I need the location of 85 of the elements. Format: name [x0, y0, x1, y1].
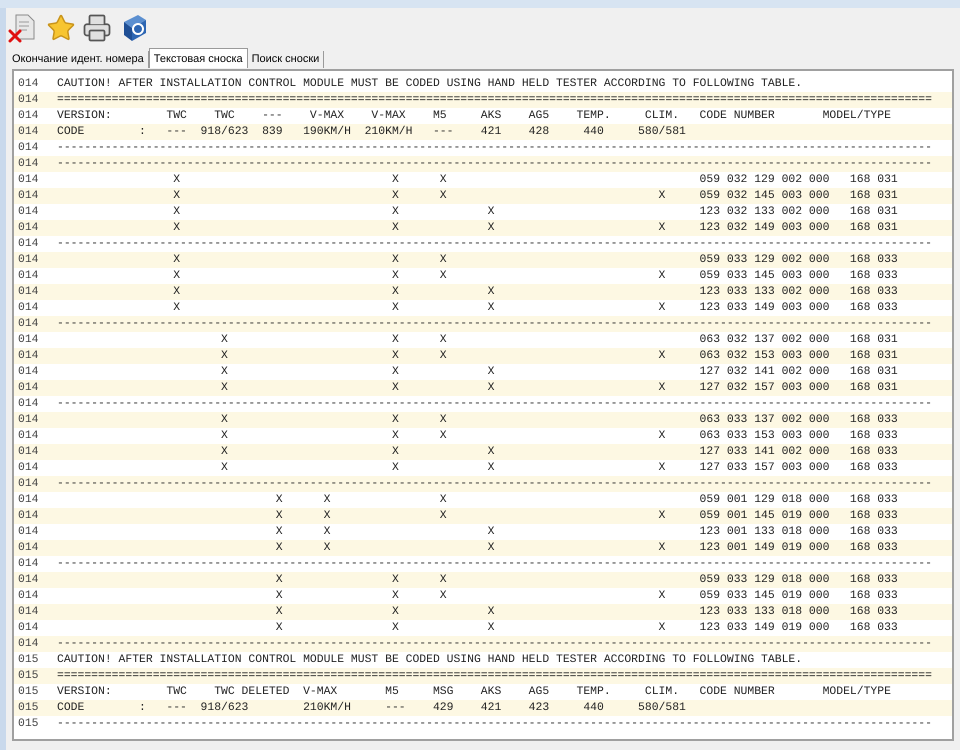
line-number: 015	[17, 653, 40, 668]
line-text: X X X 059 032 129 002 000 168 031	[172, 173, 898, 188]
line-number: 014	[17, 493, 40, 508]
line-number: 014	[17, 509, 40, 524]
line-text: CAUTION! AFTER INSTALLATION CONTROL MODULE MUST BE CODED USING HAND HELD TESTER ACCORDING TO FOLLOWING TABLE.	[57, 653, 802, 668]
line-number: 014	[17, 381, 40, 396]
line-number: 014	[17, 173, 40, 188]
line-text: X X X X 123 001 149 019 000 168 033	[274, 541, 898, 556]
line-number: 014	[17, 525, 40, 540]
line-number: 014	[17, 285, 40, 300]
line-text: X X X 123 032 133 002 000 168 031	[172, 205, 898, 220]
line-number: 014	[17, 461, 40, 476]
line-number: 014	[17, 189, 40, 204]
line-text: ================================================================================================================================	[57, 669, 932, 684]
line-text: --------------------------------------------------------------------------------------------------------------------------------	[57, 477, 932, 492]
line-number: 014	[17, 477, 40, 492]
line-text: X X X 123 033 133 018 000 168 033	[274, 605, 898, 620]
tab[interactable]: Текстовая сноска	[148, 48, 248, 68]
line-number: 014	[17, 621, 40, 636]
line-number: 014	[17, 573, 40, 588]
line-number: 014	[17, 109, 40, 124]
line-number: 014	[17, 541, 40, 556]
line-text: X X X X 123 033 149 003 000 168 033	[172, 301, 898, 316]
line-number: 014	[17, 429, 40, 444]
line-text: X X X X 063 033 153 003 000 168 033	[220, 429, 898, 444]
line-number: 014	[17, 557, 40, 572]
line-number: 014	[17, 269, 40, 284]
line-text: --------------------------------------------------------------------------------------------------------------------------------	[57, 141, 932, 156]
line-number: 014	[17, 93, 40, 108]
line-text: VERSION: TWC TWC DELETED V-MAX M5 MSG AKS AG5 TEMP. CLIM. CODE NUMBER MODEL/TYPE	[57, 684, 891, 700]
line-number: 014	[17, 205, 40, 220]
line-text: X X X 059 033 129 018 000 168 033	[274, 573, 898, 588]
line-number: 014	[17, 397, 40, 412]
line-text: X X X X 059 032 145 003 000 168 031	[172, 189, 898, 204]
line-text: ================================================================================================================================	[57, 93, 932, 108]
line-text: --------------------------------------------------------------------------------------------------------------------------------	[57, 237, 932, 252]
line-number: 014	[17, 141, 40, 156]
line-text: X X X 063 033 137 002 000 168 033	[220, 413, 898, 428]
line-number: 014	[17, 317, 40, 332]
line-number: 014	[17, 333, 40, 348]
line-text: X X X X 059 033 145 003 000 168 033	[172, 269, 898, 284]
line-text: CODE : --- 918/623 210KM/H --- 429 421 423 440 580/581	[57, 700, 686, 716]
line-text: X X X X 059 033 145 019 000 168 033	[274, 589, 898, 604]
line-text: --------------------------------------------------------------------------------------------------------------------------------	[57, 637, 932, 652]
star-icon[interactable]	[46, 13, 76, 43]
line-number: 014	[17, 589, 40, 604]
line-number: 014	[17, 125, 40, 140]
line-number: 014	[17, 365, 40, 380]
line-number: 014	[17, 77, 40, 92]
line-text: X X X X 127 032 157 003 000 168 031	[220, 381, 898, 396]
line-number: 015	[17, 701, 40, 716]
line-number: 015	[17, 669, 40, 684]
line-number: 015	[17, 685, 40, 700]
line-number: 014	[17, 605, 40, 620]
line-text: CODE : --- 918/623 839 190KM/H 210KM/H --- 421 428 440 580/581	[57, 124, 686, 140]
line-number: 014	[17, 637, 40, 652]
line-text: X X X X 063 032 153 003 000 168 031	[220, 349, 898, 364]
line-number: 014	[17, 157, 40, 172]
line-number: 014	[17, 349, 40, 364]
line-text: --------------------------------------------------------------------------------------------------------------------------------	[57, 557, 932, 572]
line-number: 015	[17, 717, 40, 732]
line-number: 014	[17, 237, 40, 252]
line-text: X X X 123 033 133 002 000 168 033	[172, 285, 898, 300]
line-text: X X X X 123 033 149 019 000 168 033	[274, 621, 898, 636]
line-text: X X X 127 032 141 002 000 168 031	[220, 365, 898, 380]
line-text: X X X 059 001 129 018 000 168 033	[274, 493, 898, 508]
line-text: X X X X 127 033 157 003 000 168 033	[220, 461, 898, 476]
line-number: 014	[17, 413, 40, 428]
line-text: VERSION: TWC TWC --- V-MAX V-MAX M5 AKS AG5 TEMP. CLIM. CODE NUMBER MODEL/TYPE	[57, 108, 891, 124]
line-text: --------------------------------------------------------------------------------------------------------------------------------	[57, 717, 932, 732]
line-text: CAUTION! AFTER INSTALLATION CONTROL MODULE MUST BE CODED USING HAND HELD TESTER ACCORDING TO FOLLOWING TABLE.	[57, 77, 802, 92]
printer-icon[interactable]	[82, 13, 112, 43]
line-text: X X X 059 033 129 002 000 168 033	[172, 253, 898, 268]
line-text: X X X X 059 001 145 019 000 168 033	[274, 509, 898, 524]
line-text: X X X X 123 032 149 003 000 168 031	[172, 221, 898, 236]
line-text: --------------------------------------------------------------------------------------------------------------------------------	[57, 317, 932, 332]
line-number: 014	[17, 445, 40, 460]
line-number: 014	[17, 221, 40, 236]
line-text: X X X 063 032 137 002 000 168 031	[220, 333, 898, 348]
line-text: X X X 123 001 133 018 000 168 033	[274, 525, 898, 540]
line-number: 014	[17, 301, 40, 316]
line-text: --------------------------------------------------------------------------------------------------------------------------------	[57, 397, 932, 412]
line-text: --------------------------------------------------------------------------------------------------------------------------------	[57, 157, 932, 172]
line-text: X X X 127 033 141 002 000 168 033	[220, 445, 898, 460]
line-number: 014	[17, 253, 40, 268]
